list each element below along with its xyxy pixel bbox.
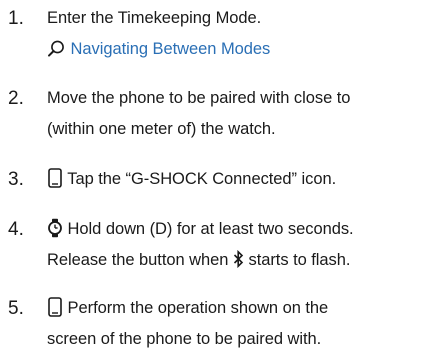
bluetooth-icon — [233, 250, 244, 269]
step-text: Tap the “G-SHOCK Connected” icon. — [67, 170, 337, 188]
step-text-after: starts to flash. — [248, 251, 351, 269]
navigating-between-modes-link[interactable]: Navigating Between Modes — [47, 34, 426, 65]
link-text: Navigating Between Modes — [70, 40, 271, 58]
step-text-line-2: screen of the phone to be paired with. — [47, 330, 322, 348]
step-body: Perform the operation shown on the scree… — [47, 293, 426, 355]
instruction-steps: 1. Enter the Timekeeping Mode. Navigatin… — [0, 0, 432, 360]
step-text-line-1: Move the phone to be paired with close t… — [47, 89, 351, 107]
step-text-line: Tap the “G-SHOCK Connected” icon. — [47, 164, 426, 195]
step-body: Enter the Timekeeping Mode. Navigating B… — [47, 3, 426, 65]
step-text-line-1: Hold down (D) for at least two seconds. — [47, 214, 426, 245]
watch-icon — [48, 218, 62, 238]
step-body: Hold down (D) for at least two seconds. … — [47, 214, 426, 276]
search-icon — [48, 40, 64, 57]
step-text: Enter the Timekeeping Mode. — [47, 9, 262, 27]
phone-icon — [48, 168, 62, 188]
step-text-line-2: Release the button when starts to flash. — [47, 245, 426, 276]
step-text: Hold down (D) for at least two seconds. — [67, 220, 354, 238]
step-number: 2. — [8, 88, 24, 109]
step-text: Perform the operation shown on the — [67, 299, 329, 317]
step-number: 4. — [8, 219, 24, 240]
step-text-before: Release the button when — [47, 251, 229, 269]
step-number: 3. — [8, 169, 24, 190]
step-number: 5. — [8, 298, 24, 319]
step-number: 1. — [8, 8, 24, 29]
step-text-line-2: (within one meter of) the watch. — [47, 120, 276, 138]
phone-icon — [48, 297, 62, 317]
step-text-line-1: Perform the operation shown on the — [47, 293, 426, 324]
step-body: Move the phone to be paired with close t… — [47, 83, 426, 145]
step-body: Tap the “G-SHOCK Connected” icon. — [47, 164, 426, 195]
